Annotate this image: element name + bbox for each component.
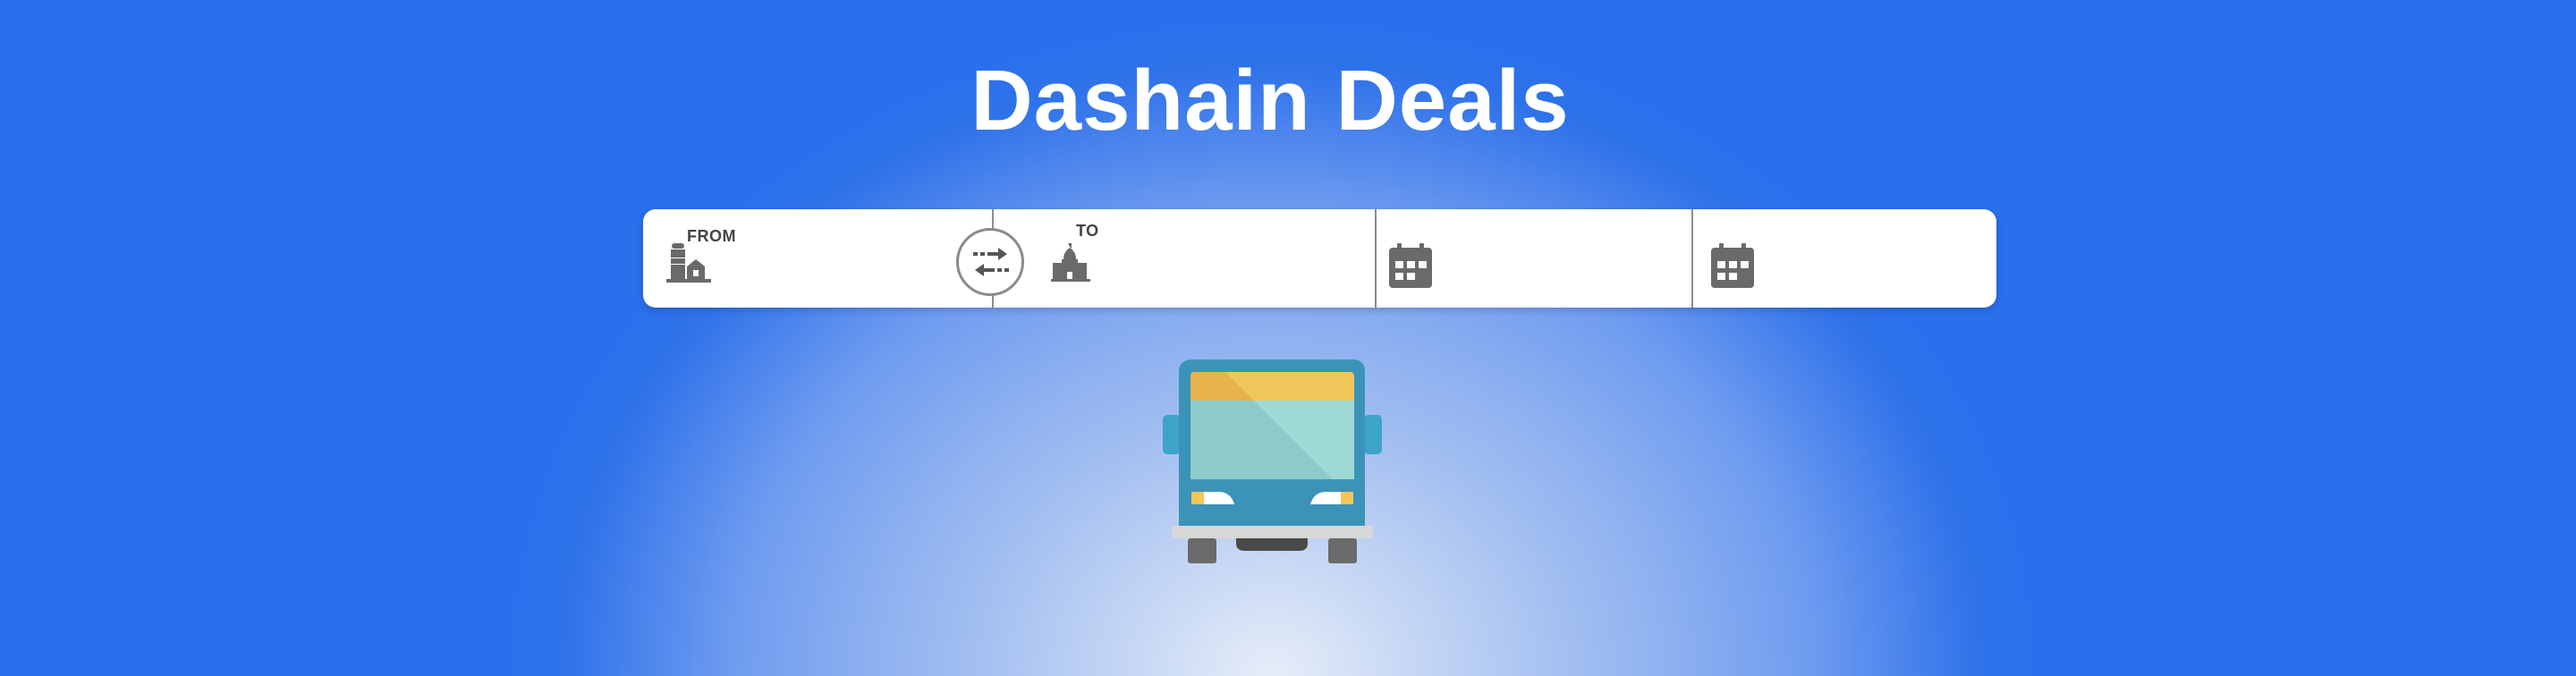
return-date-field[interactable] — [1691, 209, 1998, 308]
from-field[interactable]: FROM — [643, 209, 992, 308]
swap-button[interactable] — [956, 228, 1024, 296]
bus-icon — [1163, 359, 1382, 563]
buildings-icon — [666, 243, 711, 283]
to-field[interactable]: TO — [992, 209, 1377, 308]
depart-date-field[interactable] — [1375, 209, 1693, 308]
search-bar: FROM TO — [643, 209, 1996, 308]
page-title: Dashain Deals — [970, 53, 1570, 148]
calendar-icon — [1389, 243, 1432, 288]
temple-icon — [1051, 243, 1090, 282]
calendar-icon — [1711, 243, 1754, 288]
swap-arrows-icon — [973, 248, 1009, 276]
to-label: TO — [1076, 222, 1099, 240]
